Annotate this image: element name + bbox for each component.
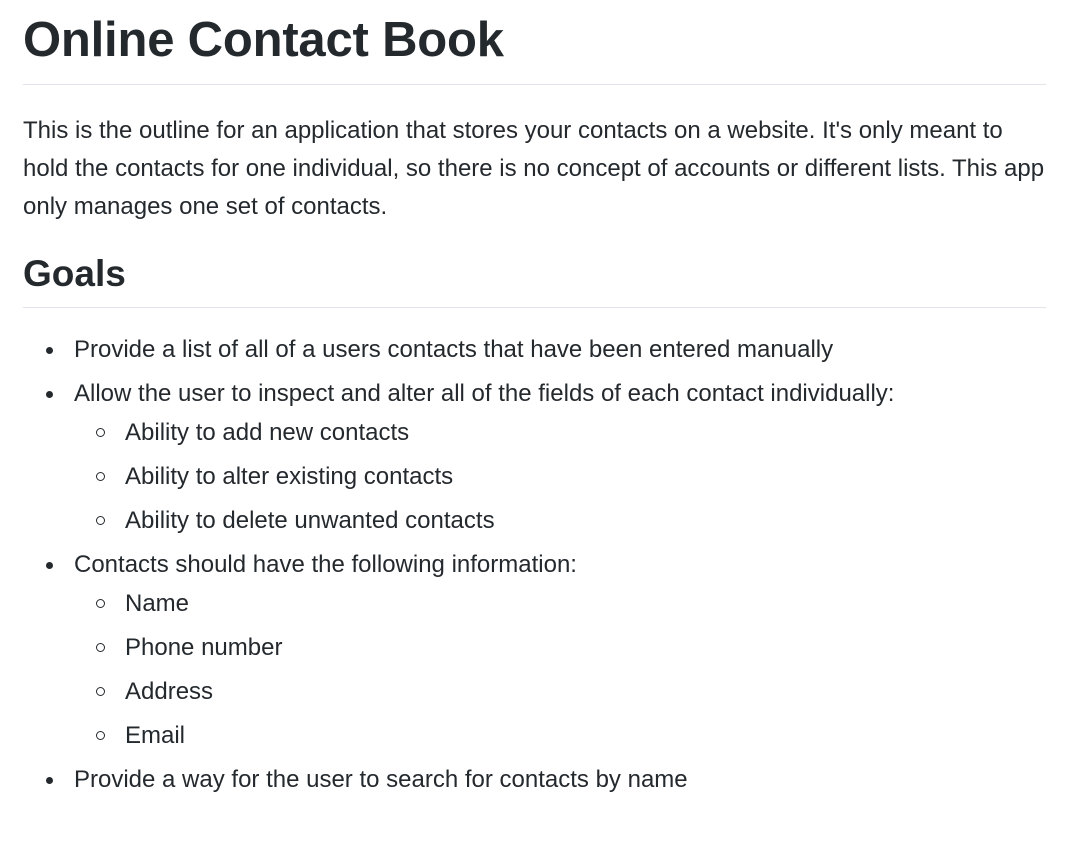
- goal-subitem: Name: [96, 586, 1046, 622]
- goal-subitem: Email: [96, 718, 1046, 754]
- goal-subitem-text: Name: [125, 590, 190, 617]
- goal-item-text: Contacts should have the following infor…: [74, 551, 577, 578]
- goal-subitem: Ability to alter existing contacts: [96, 459, 1046, 495]
- goal-subitem-text: Phone number: [125, 634, 283, 661]
- goals-heading: Goals: [23, 253, 126, 294]
- goal-item: Provide a way for the user to search for…: [46, 762, 1046, 798]
- goal-sublist: Ability to add new contacts Ability to a…: [74, 415, 1046, 539]
- goal-subitem-text: Address: [125, 678, 214, 705]
- markdown-document: Online Contact Book This is the outline …: [0, 0, 1084, 798]
- goal-subitem: Ability to add new contacts: [96, 415, 1046, 451]
- goal-item: Contacts should have the following infor…: [46, 547, 1046, 754]
- goal-subitem-text: Ability to add new contacts: [125, 419, 410, 446]
- goals-divider: [23, 307, 1046, 308]
- goal-subitem-text: Email: [125, 722, 186, 749]
- goal-item: Provide a list of all of a users contact…: [46, 332, 1046, 368]
- goal-subitem: Phone number: [96, 630, 1046, 666]
- goal-subitem: Ability to delete unwanted contacts: [96, 503, 1046, 539]
- goal-subitem: Address: [96, 674, 1046, 710]
- goals-list: Provide a list of all of a users contact…: [23, 332, 1046, 798]
- intro-paragraph: This is the outline for an application t…: [23, 117, 1045, 220]
- goal-sublist: Name Phone number Address Email: [74, 586, 1046, 754]
- goal-item-text: Allow the user to inspect and alter all …: [74, 380, 895, 407]
- goal-item-text: Provide a list of all of a users contact…: [74, 336, 834, 363]
- goal-subitem-text: Ability to alter existing contacts: [125, 463, 454, 490]
- goal-item: Allow the user to inspect and alter all …: [46, 376, 1046, 539]
- page-title: Online Contact Book: [23, 13, 504, 67]
- goal-subitem-text: Ability to delete unwanted contacts: [125, 507, 495, 534]
- goal-item-text: Provide a way for the user to search for…: [74, 766, 688, 793]
- title-divider: [23, 84, 1046, 85]
